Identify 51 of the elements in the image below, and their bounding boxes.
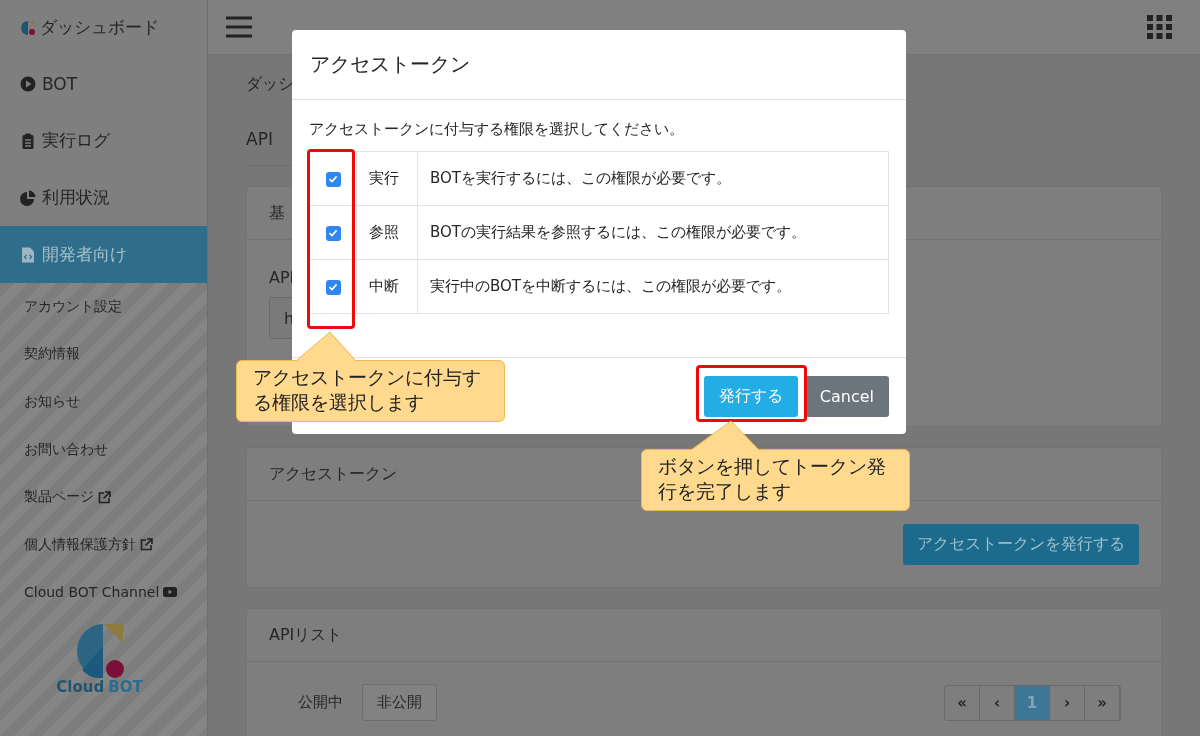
card-title: アクセストークン xyxy=(269,463,397,485)
sidebar-item[interactable]: 開発者向け xyxy=(0,226,207,283)
issue-button[interactable]: 発行する xyxy=(703,375,798,417)
sidebar-link[interactable]: 製品ページ xyxy=(0,473,207,521)
code-file-icon xyxy=(20,246,36,263)
pie-chart-icon xyxy=(20,189,36,206)
permission-description: 実行中のBOTを中断するには、この権限が必要です。 xyxy=(417,259,889,314)
tab[interactable]: 非公開 xyxy=(362,684,437,721)
checkmark-icon xyxy=(328,282,338,292)
video-icon xyxy=(163,587,178,598)
logo-icon xyxy=(20,19,36,36)
sidebar-link[interactable]: お問い合わせ xyxy=(0,425,207,474)
sidebar-item[interactable]: 利用状況 xyxy=(0,169,207,226)
card-title: 基 xyxy=(269,202,285,224)
external-link-icon xyxy=(98,490,111,504)
tab[interactable]: 公開中 xyxy=(283,684,358,721)
sidebar-link[interactable]: 個人情報保護方針 xyxy=(0,520,207,569)
dashboard-link[interactable]: ダッシュボード xyxy=(40,16,159,39)
checkbox[interactable] xyxy=(325,171,341,187)
callout-pointer xyxy=(690,420,760,450)
logo-text: Cloud BOT xyxy=(56,678,143,697)
issue-token-button[interactable]: アクセストークンを発行する xyxy=(903,523,1139,565)
card-title: APIリスト xyxy=(269,624,343,646)
sidebar-link[interactable]: アカウント設定 xyxy=(0,283,207,331)
checkmark-icon xyxy=(328,228,338,238)
permission-name: 実行 xyxy=(356,151,418,206)
external-link-icon xyxy=(140,538,153,552)
sidebar-item[interactable]: BOT xyxy=(0,55,207,112)
menu-icon[interactable] xyxy=(226,16,252,38)
page-button[interactable]: « xyxy=(945,685,980,720)
callout-pointer xyxy=(295,331,357,361)
sidebar-item[interactable]: 実行ログ xyxy=(0,112,207,169)
cancel-button[interactable]: Cancel xyxy=(804,375,889,417)
modal-description: アクセストークンに付与する権限を選択してください。 xyxy=(309,120,685,139)
breadcrumb: ダッシ xyxy=(246,72,295,95)
page-button[interactable]: » xyxy=(1085,685,1120,720)
permission-description: BOTを実行するには、この権限が必要です。 xyxy=(417,151,889,206)
sidebar-link[interactable]: 契約情報 xyxy=(0,330,207,379)
sidebar-link[interactable]: Cloud BOT Channel xyxy=(0,568,207,617)
permission-name: 参照 xyxy=(356,205,418,260)
play-icon xyxy=(20,75,36,92)
permission-name: 中断 xyxy=(356,259,418,314)
checkbox[interactable] xyxy=(325,279,341,295)
permission-description: BOTの実行結果を参照するには、この権限が必要です。 xyxy=(417,205,889,260)
checkbox[interactable] xyxy=(325,225,341,241)
sidebar-link[interactable]: お知らせ xyxy=(0,378,207,426)
modal-title: アクセストークン xyxy=(310,51,470,78)
checkmark-icon xyxy=(328,174,338,184)
page-button[interactable]: › xyxy=(1050,685,1085,720)
clipboard-icon xyxy=(20,132,36,149)
apps-grid-icon[interactable] xyxy=(1147,15,1172,39)
